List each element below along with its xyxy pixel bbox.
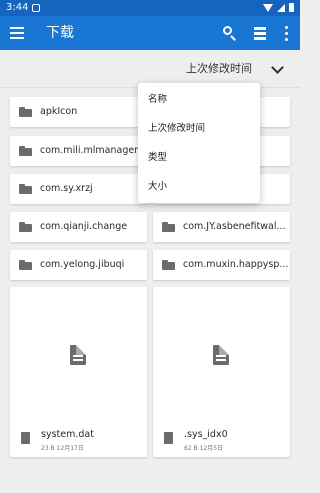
file-icon bbox=[70, 345, 86, 365]
folder-icon bbox=[19, 184, 32, 194]
sort-menu: 名称 上次修改时间 类型 大小 bbox=[138, 83, 260, 203]
file-item[interactable]: system.dat 23 B 12月17日 bbox=[10, 287, 147, 457]
folder-name: com.JY.asbenefitwal... bbox=[183, 221, 286, 232]
app-bar: 下载 bbox=[0, 16, 300, 50]
sort-option-name[interactable]: 名称 bbox=[138, 85, 260, 115]
file-item[interactable]: .sys_idx0 62 B 12月5日 bbox=[153, 287, 290, 457]
folder-name: com.sy.xrzj bbox=[40, 183, 93, 194]
list-view-icon[interactable] bbox=[251, 24, 269, 42]
sort-option-type[interactable]: 类型 bbox=[138, 143, 260, 173]
folder-item[interactable]: com.muxin.happysp... bbox=[153, 250, 290, 280]
folder-name: com.muxin.happysp... bbox=[183, 259, 289, 270]
status-icons bbox=[263, 3, 294, 12]
folder-item[interactable]: com.mili.mlmanager bbox=[10, 136, 147, 166]
hamburger-menu-icon[interactable] bbox=[8, 24, 26, 42]
notification-icon bbox=[32, 4, 40, 12]
file-name: .sys_idx0 bbox=[184, 429, 228, 440]
folder-icon bbox=[162, 260, 175, 270]
page-title: 下载 bbox=[46, 25, 74, 41]
folder-name: com.yelong.jibuqi bbox=[40, 259, 125, 270]
folder-icon bbox=[162, 222, 175, 232]
more-vert-icon[interactable] bbox=[278, 24, 296, 42]
file-meta: 23 B 12月17日 bbox=[41, 445, 84, 452]
file-name: system.dat bbox=[41, 429, 94, 440]
folder-icon bbox=[19, 260, 32, 270]
battery-icon bbox=[289, 3, 294, 12]
folder-item[interactable]: apkIcon bbox=[10, 97, 147, 127]
folder-item[interactable]: com.JY.asbenefitwal... bbox=[153, 212, 290, 242]
folder-name: apkIcon bbox=[40, 106, 78, 117]
folder-item[interactable]: com.yelong.jibuqi bbox=[10, 250, 147, 280]
status-bar: 3:44 bbox=[0, 0, 300, 16]
folder-name: com.mili.mlmanager bbox=[40, 145, 139, 156]
file-icon bbox=[164, 432, 173, 444]
wifi-icon bbox=[263, 3, 273, 12]
sort-option-size[interactable]: 大小 bbox=[138, 172, 260, 202]
folder-item[interactable]: com.sy.xrzj bbox=[10, 174, 147, 204]
file-icon bbox=[213, 345, 229, 365]
folder-icon bbox=[19, 222, 32, 232]
signal-icon bbox=[277, 3, 285, 12]
status-time: 3:44 bbox=[6, 2, 29, 13]
file-icon bbox=[21, 432, 30, 444]
chevron-down-icon[interactable] bbox=[270, 62, 284, 76]
folder-name: com.qianji.change bbox=[40, 221, 128, 232]
search-icon[interactable] bbox=[221, 24, 239, 42]
folder-icon bbox=[19, 107, 32, 117]
folder-icon bbox=[19, 146, 32, 156]
file-meta: 62 B 12月5日 bbox=[184, 445, 224, 452]
sort-option-modified[interactable]: 上次修改时间 bbox=[138, 114, 260, 144]
folder-item[interactable]: com.qianji.change bbox=[10, 212, 147, 242]
